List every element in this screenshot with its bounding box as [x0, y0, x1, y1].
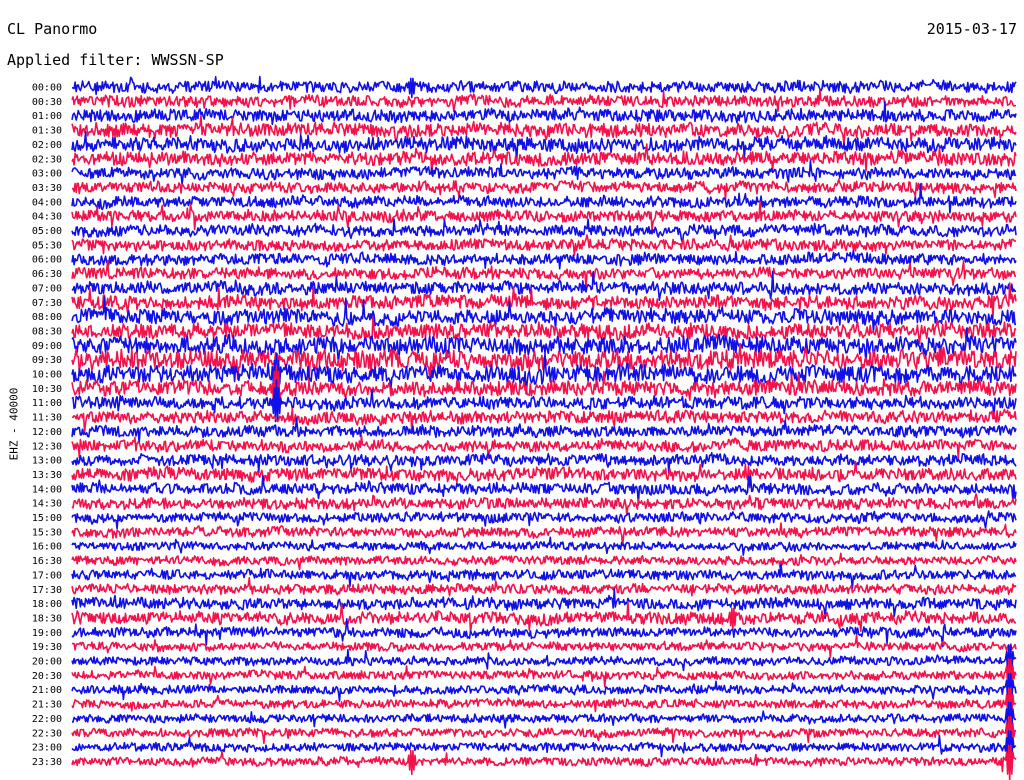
time-label: 08:30 — [32, 326, 62, 337]
seismogram-trace — [71, 536, 1017, 556]
seismogram-trace — [71, 75, 1017, 99]
time-label: 20:00 — [32, 657, 62, 668]
time-label: 19:00 — [32, 628, 62, 639]
time-label: 05:00 — [32, 226, 62, 237]
time-label: 17:00 — [32, 570, 62, 581]
time-label: 02:00 — [32, 140, 62, 151]
time-label: 23:30 — [32, 757, 62, 768]
seismogram-trace — [71, 552, 1017, 571]
time-label: 06:30 — [32, 269, 62, 280]
time-label: 18:00 — [32, 599, 62, 610]
time-label: 11:00 — [32, 398, 62, 409]
seismogram-trace — [71, 249, 1017, 270]
time-label: 23:00 — [32, 743, 62, 754]
time-label: 16:30 — [32, 556, 62, 567]
time-label: 16:00 — [32, 542, 62, 553]
time-label: 14:30 — [32, 499, 62, 510]
time-label: 13:00 — [32, 456, 62, 467]
time-label: 19:30 — [32, 642, 62, 653]
time-label: 15:00 — [32, 513, 62, 524]
seismogram-trace — [71, 417, 1017, 444]
time-label: 17:30 — [32, 585, 62, 596]
time-label: 01:00 — [32, 111, 62, 122]
time-label: 11:30 — [32, 413, 62, 424]
seismogram-trace — [71, 89, 1017, 113]
time-label: 00:00 — [32, 83, 62, 94]
helicorder-page: CL Panormo 2015-03-17 Applied filter: WW… — [0, 0, 1024, 780]
time-label: 07:00 — [32, 283, 62, 294]
time-label: 07:30 — [32, 298, 62, 309]
time-label: 04:00 — [32, 197, 62, 208]
seismogram-trace — [71, 576, 1017, 597]
seismogram-trace — [71, 563, 1017, 590]
time-label: 14:00 — [32, 484, 62, 495]
seismogram-trace — [71, 178, 1017, 201]
time-label: 12:00 — [32, 427, 62, 438]
time-label: 12:30 — [32, 441, 62, 452]
seismogram-trace — [71, 218, 1017, 244]
seismogram-trace — [71, 510, 1017, 530]
time-label: 22:30 — [32, 728, 62, 739]
time-label: 03:30 — [32, 183, 62, 194]
time-label: 09:30 — [32, 355, 62, 366]
time-label: 13:30 — [32, 470, 62, 481]
time-label: 20:30 — [32, 671, 62, 682]
time-label: 09:00 — [32, 341, 62, 352]
time-label: 05:30 — [32, 240, 62, 251]
time-label: 02:30 — [32, 154, 62, 165]
time-label: 04:30 — [32, 212, 62, 223]
time-label: 08:00 — [32, 312, 62, 323]
time-label: 15:30 — [32, 527, 62, 538]
time-label: 00:30 — [32, 97, 62, 108]
seismogram-plot: 00:00 00:30 01:00 01:30 02:00 02:30 03:00 03:30… — [32, 75, 1017, 780]
seismogram-trace — [71, 131, 1017, 162]
seismogram-trace — [71, 600, 1017, 634]
seismogram-trace — [71, 634, 1017, 658]
time-label: 10:00 — [32, 370, 62, 381]
time-label: 10:30 — [32, 384, 62, 395]
time-label: 21:00 — [32, 685, 62, 696]
time-label: 06:00 — [32, 255, 62, 266]
time-label: 03:00 — [32, 169, 62, 180]
time-label: 21:30 — [32, 700, 62, 711]
time-label: 22:00 — [32, 714, 62, 725]
seismogram-trace — [71, 618, 1017, 648]
time-label: 18:30 — [32, 613, 62, 624]
seismogram-trace — [71, 234, 1017, 256]
time-label: 01:30 — [32, 126, 62, 137]
